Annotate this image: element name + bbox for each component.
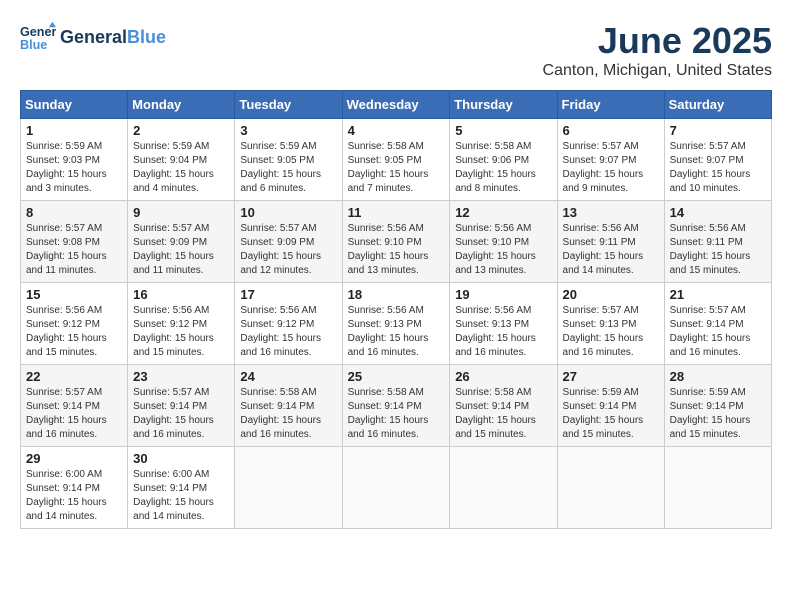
calendar-table: Sunday Monday Tuesday Wednesday Thursday…: [20, 90, 772, 529]
table-row: 30Sunrise: 6:00 AMSunset: 9:14 PMDayligh…: [128, 447, 235, 529]
table-row: 28Sunrise: 5:59 AMSunset: 9:14 PMDayligh…: [664, 365, 771, 447]
table-row: 15Sunrise: 5:56 AMSunset: 9:12 PMDayligh…: [21, 283, 128, 365]
logo: General Blue GeneralBlue: [20, 20, 166, 56]
table-row: 17Sunrise: 5:56 AMSunset: 9:12 PMDayligh…: [235, 283, 342, 365]
month-title: June 2025: [543, 20, 772, 62]
table-row: 29Sunrise: 6:00 AMSunset: 9:14 PMDayligh…: [21, 447, 128, 529]
table-row: 5Sunrise: 5:58 AMSunset: 9:06 PMDaylight…: [450, 119, 557, 201]
table-row: 16Sunrise: 5:56 AMSunset: 9:12 PMDayligh…: [128, 283, 235, 365]
calendar-header-row: Sunday Monday Tuesday Wednesday Thursday…: [21, 91, 772, 119]
table-row: 4Sunrise: 5:58 AMSunset: 9:05 PMDaylight…: [342, 119, 450, 201]
logo-icon: General Blue: [20, 20, 56, 56]
table-row: 20Sunrise: 5:57 AMSunset: 9:13 PMDayligh…: [557, 283, 664, 365]
page-header: General Blue GeneralBlue June 2025 Canto…: [20, 20, 772, 80]
table-row: [664, 447, 771, 529]
table-row: 2Sunrise: 5:59 AMSunset: 9:04 PMDaylight…: [128, 119, 235, 201]
table-row: 22Sunrise: 5:57 AMSunset: 9:14 PMDayligh…: [21, 365, 128, 447]
table-row: 13Sunrise: 5:56 AMSunset: 9:11 PMDayligh…: [557, 201, 664, 283]
table-row: 14Sunrise: 5:56 AMSunset: 9:11 PMDayligh…: [664, 201, 771, 283]
table-row: 7Sunrise: 5:57 AMSunset: 9:07 PMDaylight…: [664, 119, 771, 201]
logo-text: GeneralBlue: [60, 28, 166, 48]
col-saturday: Saturday: [664, 91, 771, 119]
col-tuesday: Tuesday: [235, 91, 342, 119]
table-row: 6Sunrise: 5:57 AMSunset: 9:07 PMDaylight…: [557, 119, 664, 201]
table-row: 12Sunrise: 5:56 AMSunset: 9:10 PMDayligh…: [450, 201, 557, 283]
col-wednesday: Wednesday: [342, 91, 450, 119]
table-row: 25Sunrise: 5:58 AMSunset: 9:14 PMDayligh…: [342, 365, 450, 447]
table-row: 8Sunrise: 5:57 AMSunset: 9:08 PMDaylight…: [21, 201, 128, 283]
table-row: [235, 447, 342, 529]
table-row: 19Sunrise: 5:56 AMSunset: 9:13 PMDayligh…: [450, 283, 557, 365]
title-area: June 2025 Canton, Michigan, United State…: [543, 20, 772, 80]
col-monday: Monday: [128, 91, 235, 119]
table-row: 3Sunrise: 5:59 AMSunset: 9:05 PMDaylight…: [235, 119, 342, 201]
table-row: [342, 447, 450, 529]
svg-text:Blue: Blue: [20, 38, 47, 52]
table-row: [450, 447, 557, 529]
table-row: 9Sunrise: 5:57 AMSunset: 9:09 PMDaylight…: [128, 201, 235, 283]
col-friday: Friday: [557, 91, 664, 119]
table-row: 23Sunrise: 5:57 AMSunset: 9:14 PMDayligh…: [128, 365, 235, 447]
location-title: Canton, Michigan, United States: [543, 62, 772, 80]
col-thursday: Thursday: [450, 91, 557, 119]
col-sunday: Sunday: [21, 91, 128, 119]
table-row: 11Sunrise: 5:56 AMSunset: 9:10 PMDayligh…: [342, 201, 450, 283]
table-row: 26Sunrise: 5:58 AMSunset: 9:14 PMDayligh…: [450, 365, 557, 447]
table-row: 10Sunrise: 5:57 AMSunset: 9:09 PMDayligh…: [235, 201, 342, 283]
table-row: 24Sunrise: 5:58 AMSunset: 9:14 PMDayligh…: [235, 365, 342, 447]
table-row: [557, 447, 664, 529]
table-row: 27Sunrise: 5:59 AMSunset: 9:14 PMDayligh…: [557, 365, 664, 447]
table-row: 1Sunrise: 5:59 AMSunset: 9:03 PMDaylight…: [21, 119, 128, 201]
table-row: 18Sunrise: 5:56 AMSunset: 9:13 PMDayligh…: [342, 283, 450, 365]
table-row: 21Sunrise: 5:57 AMSunset: 9:14 PMDayligh…: [664, 283, 771, 365]
